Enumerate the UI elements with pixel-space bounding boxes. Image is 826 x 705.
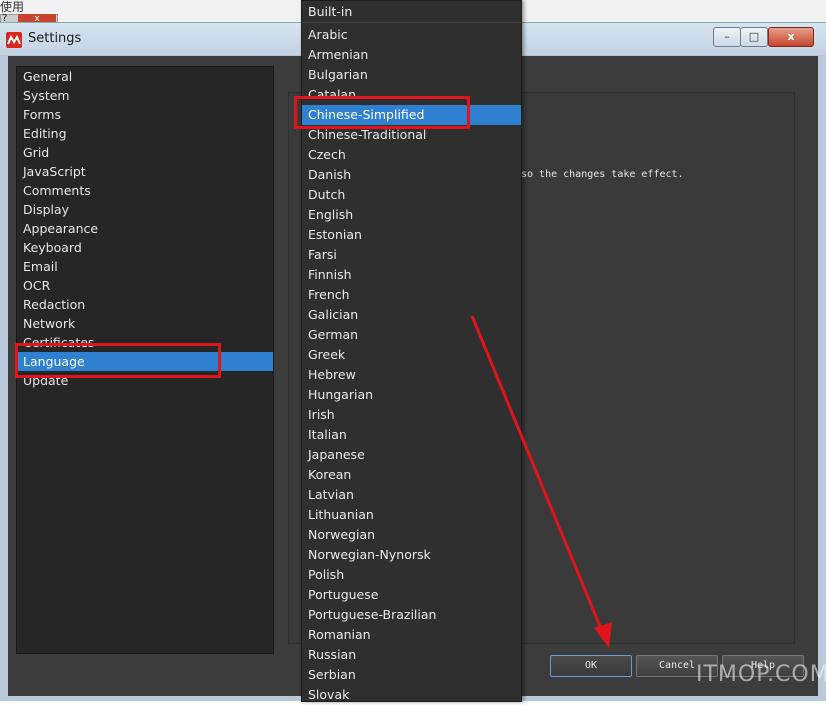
watermark-text: ITMOP.COM [696,662,826,687]
annotation-arrow [470,315,612,648]
